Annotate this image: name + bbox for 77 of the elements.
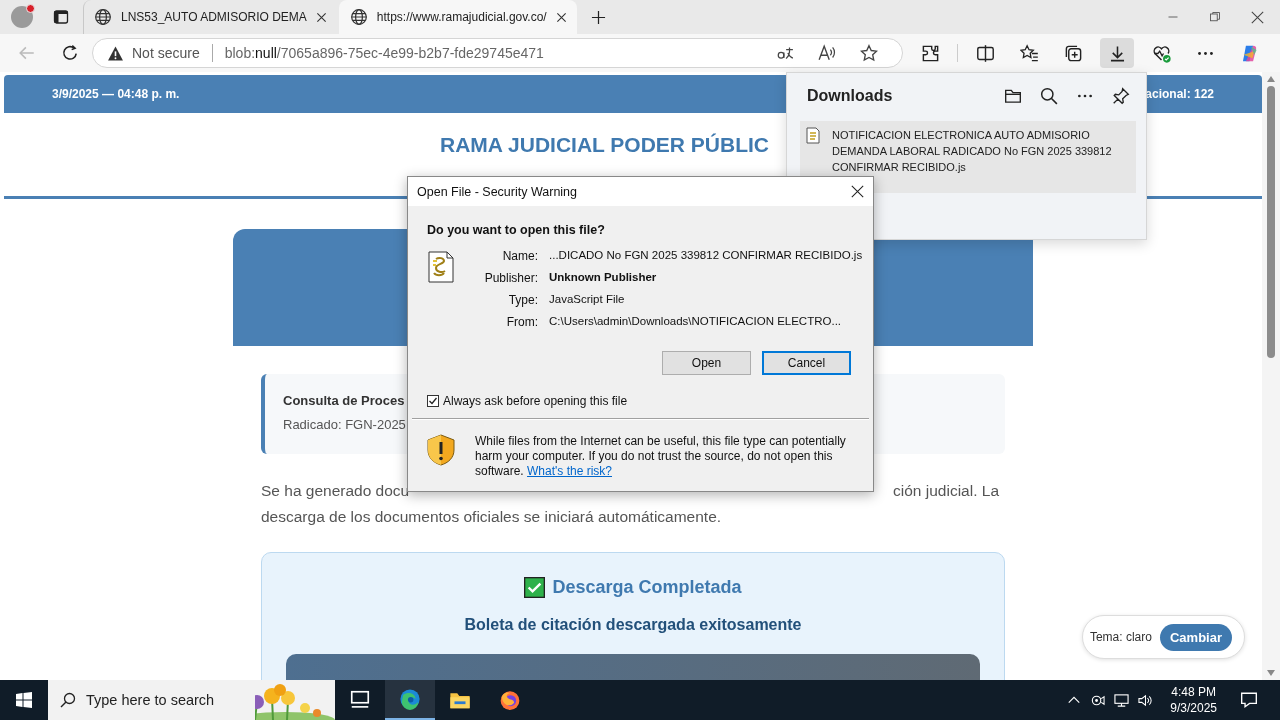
volume-icon[interactable] <box>1138 692 1154 708</box>
url-text: blob:null/7065a896-75ec-4e99-b2b7-fde29745e471 <box>224 45 545 61</box>
script-file-icon <box>428 251 456 283</box>
split-screen-icon[interactable] <box>975 43 995 63</box>
scroll-up-icon[interactable] <box>1267 76 1275 82</box>
search-field[interactable]: Type here to search <box>86 690 226 710</box>
theme-label: Tema: claro <box>1089 630 1152 644</box>
browser-icon[interactable] <box>399 688 421 710</box>
close-icon[interactable] <box>1251 10 1264 24</box>
network-icon[interactable] <box>1114 692 1130 708</box>
date-time-text: 3/9/2025 — 04:48 p. m. <box>52 87 180 101</box>
warning-icon <box>107 44 124 62</box>
restore-icon[interactable] <box>1209 11 1221 23</box>
refresh-icon[interactable] <box>61 44 79 62</box>
success-subtitle: Boleta de citación descargada exitosamente <box>463 616 803 634</box>
extensions-icon[interactable] <box>920 43 940 63</box>
change-theme-button[interactable]: Cambiar <box>1159 623 1232 651</box>
clock[interactable]: 4:48 PM 9/3/2025 <box>1170 684 1217 716</box>
check-icon <box>524 577 546 598</box>
download-item[interactable]: NOTIFICACION ELECTRONICA AUTO ADMISORIO DEMANDA LABORAL RADICADO No FGN 2025 339812 CONFIRMAR RECIBIDO.js <box>800 121 1136 193</box>
scrollbar[interactable] <box>1262 72 1280 680</box>
close-icon[interactable] <box>315 11 327 23</box>
dialog-title: Open File - Security Warning <box>417 184 577 199</box>
field-label: Type: <box>507 293 538 307</box>
globe-icon <box>349 8 368 26</box>
page-title: RAMA JUDICIAL PODER PÚBLIC <box>440 133 770 156</box>
checkbox[interactable] <box>427 395 439 407</box>
address-bar[interactable]: Not secure blob:null/7065a896-75ec-4e99-b2b7-fde29745e471 <box>92 38 903 68</box>
security-label[interactable]: Not secure <box>132 45 200 61</box>
star-icon[interactable] <box>860 44 878 62</box>
heart-check-icon[interactable] <box>1151 43 1171 63</box>
favorites-icon[interactable] <box>1019 43 1039 63</box>
success-title: Descarga Completada <box>552 577 742 598</box>
search-icon[interactable] <box>1040 87 1058 105</box>
tab-actions-icon[interactable] <box>53 9 69 25</box>
field-label: Publisher: <box>483 271 538 285</box>
search-box[interactable]: Type here to search <box>48 680 335 720</box>
close-icon[interactable] <box>555 11 567 23</box>
read-aloud-icon[interactable] <box>818 44 836 62</box>
dialog-question: Do you want to open this file? <box>426 222 606 237</box>
field-value: C:\Users\admin\Downloads\NOTIFICACION ELECTRO... <box>549 315 843 329</box>
panel-title: Downloads <box>807 87 894 105</box>
fox-browser-icon[interactable] <box>499 689 521 711</box>
scrollbar-thumb[interactable] <box>1267 86 1275 358</box>
shield-warning-icon <box>427 434 455 466</box>
script-file-icon <box>806 127 820 144</box>
dialog-button[interactable]: Cancel <box>762 351 851 375</box>
taskbar-app[interactable] <box>385 680 435 720</box>
pin-icon[interactable] <box>1112 87 1130 105</box>
new-tab-icon[interactable] <box>590 9 606 25</box>
windows-start-icon[interactable] <box>16 692 32 708</box>
field-value: ...DICADO No FGN 2025 339812 CONFIRMAR RECIBIDO.js <box>549 249 863 263</box>
risk-link[interactable]: What's the risk? <box>527 464 612 478</box>
field-label: From: <box>505 315 538 329</box>
dialog-button[interactable]: Open <box>662 351 751 375</box>
profile-avatar[interactable] <box>11 6 33 28</box>
scroll-down-icon[interactable] <box>1267 670 1275 676</box>
case-number: Radicado: FGN-2025 <box>283 417 406 432</box>
case-title: Consulta de Proces <box>283 393 405 408</box>
paragraph-text: descarga de los documentos oficiales se iniciará automáticamente. <box>261 507 723 527</box>
paragraph-text: ción judicial. La <box>893 481 999 501</box>
notification-icon[interactable] <box>1240 691 1258 709</box>
translate-icon[interactable] <box>776 44 794 62</box>
paragraph-text: Se ha generado docu <box>261 481 410 501</box>
task-view-icon[interactable] <box>349 689 371 711</box>
globe-icon <box>94 8 112 26</box>
checkbox-label[interactable]: Always ask before opening this file <box>443 394 628 408</box>
downloads-button[interactable] <box>1100 38 1134 68</box>
search-icon <box>60 692 76 708</box>
browser-tab[interactable]: https://www.ramajudicial.gov.co/ <box>338 0 577 34</box>
field-label: Name: <box>501 249 538 263</box>
close-icon[interactable] <box>851 185 864 198</box>
field-value: JavaScript File <box>549 293 626 307</box>
collections-icon[interactable] <box>1063 43 1083 63</box>
folder-icon[interactable] <box>1004 87 1022 105</box>
field-value: Unknown Publisher <box>549 271 658 285</box>
warning-text: While files from the Internet can be useful, this file type can potentially harm your computer. If you do not trust the source, do not open this software. What's the risk? <box>475 434 847 479</box>
